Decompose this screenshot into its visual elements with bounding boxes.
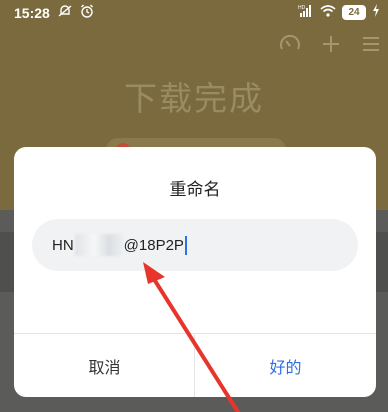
rename-dialog: 重命名 HN @18P2P 取消 好的 xyxy=(14,147,376,397)
menu-icon[interactable] xyxy=(360,33,382,59)
cancel-button[interactable]: 取消 xyxy=(14,334,195,397)
dialog-title: 重命名 xyxy=(169,180,221,200)
wifi-icon xyxy=(320,4,336,21)
text-cursor xyxy=(184,235,187,255)
alarm-clock-icon xyxy=(80,4,94,22)
battery-icon: 24 xyxy=(342,5,366,20)
signal-icon: HD xyxy=(298,4,314,21)
add-icon[interactable] xyxy=(320,33,342,59)
charging-bolt-icon xyxy=(372,4,380,21)
filename-suffix: @18P2P xyxy=(123,236,184,254)
status-bar: 15:28 HD 24 xyxy=(0,0,388,26)
filename-input[interactable]: HN @18P2P xyxy=(32,219,358,271)
status-right: HD 24 xyxy=(298,4,380,21)
speed-gauge-icon[interactable] xyxy=(278,32,302,60)
ok-button[interactable]: 好的 xyxy=(195,334,376,397)
app-toolbar xyxy=(278,32,382,60)
redacted-text xyxy=(74,234,123,256)
page-title: 下载完成 xyxy=(124,79,264,118)
network-label: HD xyxy=(298,5,306,11)
filename-prefix: HN xyxy=(52,236,74,254)
mute-bell-icon xyxy=(58,4,72,22)
status-left: 15:28 xyxy=(14,4,94,22)
status-time: 15:28 xyxy=(14,5,50,21)
